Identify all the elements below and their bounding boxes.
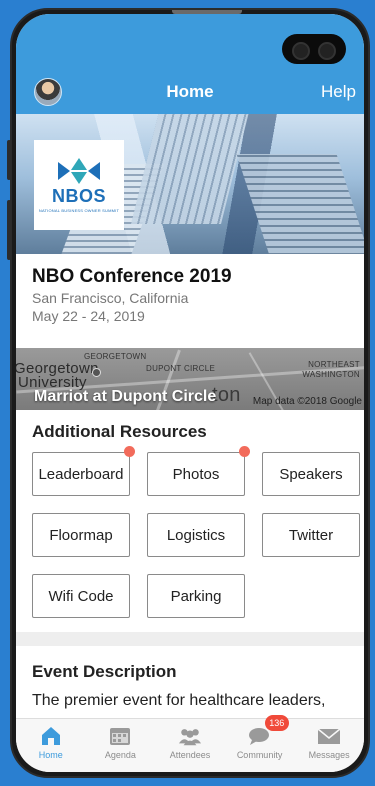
twitter-button[interactable]: Twitter [262,513,360,557]
nbos-logo-icon [56,157,102,184]
calendar-icon [108,725,132,747]
community-badge: 136 [264,715,289,731]
bottom-tab-bar: Home Agenda Attendees 136 Community Mess… [16,715,364,772]
tab-attendees[interactable]: Attendees [155,719,225,772]
device-background: Home Help NBOS NATIONAL BUSINESS OWNER S… [0,0,375,786]
logo-text: NBOS [51,185,106,206]
photos-button[interactable]: Photos [147,452,245,496]
app-header: Home Help [16,14,364,114]
leaderboard-button[interactable]: Leaderboard [32,452,130,496]
speakers-button[interactable]: Speakers [262,452,360,496]
envelope-icon [317,725,341,747]
event-location: San Francisco, California [32,290,189,306]
hero-building-photo [236,154,364,254]
camera-cutout [282,34,346,64]
map-pin-icon [92,368,101,377]
notification-dot [124,446,135,457]
app-screen: Home Help NBOS NATIONAL BUSINESS OWNER S… [16,14,364,772]
map-label: WASHINGTON [302,370,360,379]
floormap-button[interactable]: Floormap [32,513,130,557]
description-text: The premier event for healthcare leaders… [32,692,326,709]
phone-frame: Home Help NBOS NATIONAL BUSINESS OWNER S… [10,8,370,778]
map-label: ton [212,384,241,406]
volume-button [7,140,11,180]
logistics-button[interactable]: Logistics [147,513,245,557]
notification-dot [239,446,250,457]
volume-button [7,200,11,260]
tab-label: Home [38,750,63,760]
venue-name: Marriot at Dupont Circle [34,388,217,405]
map-copyright: Map data ©2018 Google [252,396,362,407]
people-icon [178,725,202,747]
section-divider [16,632,364,646]
tab-agenda[interactable]: Agenda [86,719,156,772]
description-heading: Event Description [32,662,177,681]
resources-heading: Additional Resources [32,422,207,441]
event-title: NBO Conference 2019 [32,266,232,287]
page-title: Home [166,82,214,101]
event-info: NBO Conference 2019 San Francisco, Calif… [32,266,354,324]
parking-button[interactable]: Parking [147,574,245,618]
tab-home[interactable]: Home [16,719,86,772]
hero-banner: NBOS NATIONAL BUSINESS OWNER SUMMIT [16,114,364,254]
tab-label: Agenda [104,750,136,760]
map-label: DUPONT CIRCLE [146,364,216,373]
venue-map[interactable]: GEORGETOWN Georgetown University DUPONT … [16,348,364,410]
wifi-code-button[interactable]: Wifi Code [32,574,130,618]
tab-label: Attendees [169,750,211,760]
help-button[interactable]: Help [321,82,356,102]
hero-building-photo [131,114,251,224]
home-icon [39,725,63,747]
tab-label: Community [236,750,283,760]
tab-label: Messages [308,750,350,760]
event-dates: May 22 - 24, 2019 [32,308,145,324]
tab-community[interactable]: 136 Community [225,715,295,772]
event-logo: NBOS NATIONAL BUSINESS OWNER SUMMIT [34,140,124,230]
logo-subtext: NATIONAL BUSINESS OWNER SUMMIT [38,207,120,213]
map-label: NORTHEAST [308,360,360,369]
tab-messages[interactable]: Messages [294,719,364,772]
